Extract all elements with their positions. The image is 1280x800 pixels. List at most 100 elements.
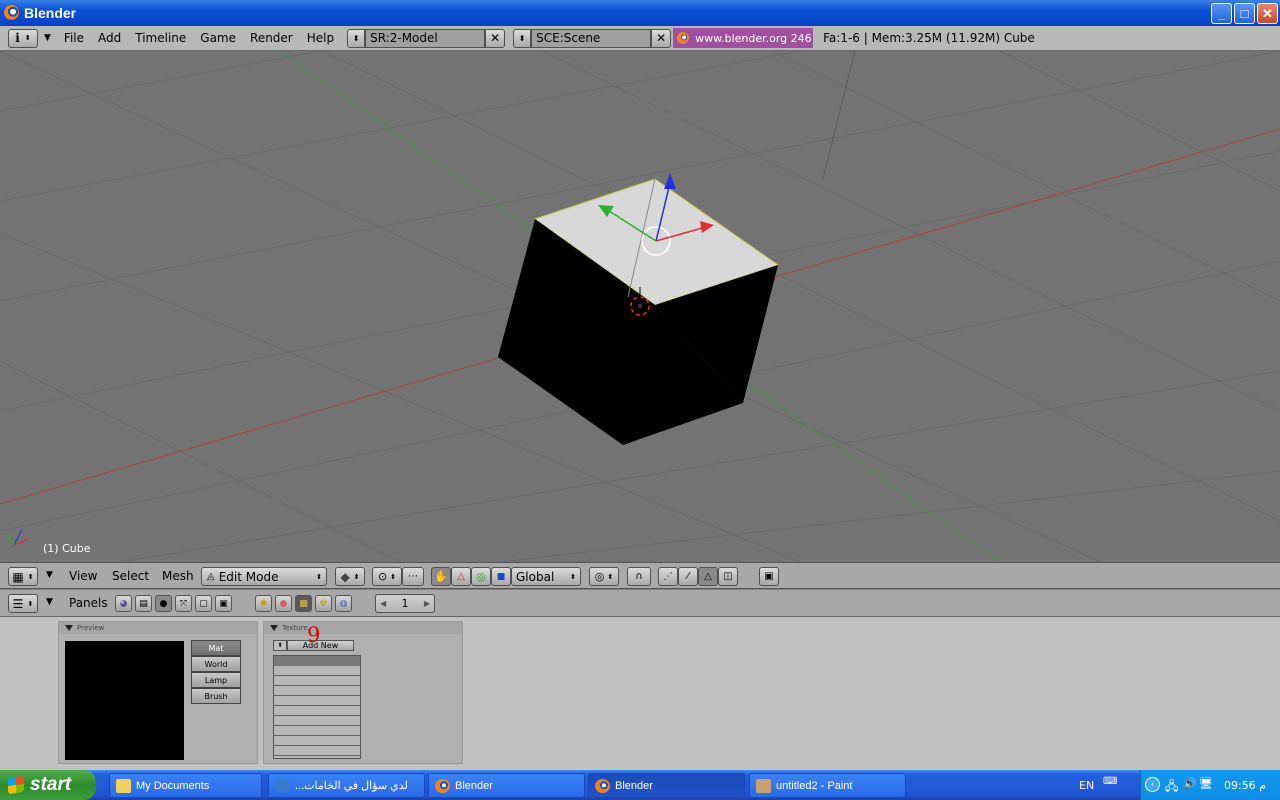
vertex-select-button[interactable]: ⋰ bbox=[658, 567, 678, 586]
menu-render[interactable]: Render bbox=[243, 31, 300, 45]
logic-context-button[interactable]: ◕ bbox=[115, 595, 132, 612]
translate-manipulator-button[interactable]: △ bbox=[451, 567, 471, 586]
keyboard-layout-icon[interactable]: ⌨ bbox=[1103, 776, 1117, 787]
preview-panel-header[interactable]: Preview bbox=[59, 622, 257, 634]
rotate-manipulator-button[interactable]: ◎ bbox=[471, 567, 491, 586]
task-label: Blender bbox=[455, 779, 493, 792]
preview-panel: Preview Mat World Lamp Brush bbox=[58, 621, 258, 764]
task-my-documents[interactable]: My Documents bbox=[109, 773, 262, 798]
menu-panels[interactable]: Panels bbox=[62, 596, 115, 610]
frame-value: 1 bbox=[401, 597, 409, 610]
clock-display[interactable]: 09:56 م bbox=[1224, 779, 1266, 792]
scale-manipulator-button[interactable]: ■ bbox=[491, 567, 511, 586]
preview-tab-mat[interactable]: Mat bbox=[191, 640, 241, 656]
texture-channel-selected[interactable] bbox=[274, 656, 360, 666]
editing-context-button[interactable]: ▢ bbox=[195, 595, 212, 612]
network-icon[interactable]: 🖧 bbox=[1165, 777, 1178, 798]
screen-delete-x-icon[interactable]: ✕ bbox=[485, 28, 506, 48]
shading-context-button[interactable]: ● bbox=[155, 595, 172, 612]
frame-right-arrow-icon[interactable]: ▶ bbox=[424, 599, 430, 608]
proportional-icon: ◎ bbox=[594, 570, 605, 583]
menu-mesh[interactable]: Mesh bbox=[155, 569, 201, 583]
minimize-button[interactable]: _ bbox=[1211, 3, 1232, 24]
task-browser[interactable]: لدي سؤال في الخامات... bbox=[268, 773, 425, 798]
collapse-buttons-header-triangle-icon[interactable]: ▼ bbox=[46, 597, 53, 607]
screen-name-field[interactable]: SR:2-Model bbox=[365, 28, 486, 48]
object-origin-dot bbox=[638, 304, 642, 308]
radiosity-buttons-button[interactable]: ☢ bbox=[315, 595, 332, 612]
preview-tab-brush[interactable]: Brush bbox=[191, 688, 241, 704]
task-blender-1[interactable]: Blender bbox=[428, 773, 585, 798]
render-preview-button[interactable]: ▣ bbox=[759, 567, 779, 586]
scene-context-button[interactable]: ▣ bbox=[215, 595, 232, 612]
monitor-icon[interactable]: 🖥 bbox=[1199, 777, 1213, 790]
viewport-window-type-button[interactable]: ▦ ⬍ bbox=[8, 567, 38, 586]
draw-type-dropdown[interactable]: ◆ ⬍ bbox=[335, 567, 365, 586]
scene-name-field[interactable]: SCE:Scene bbox=[531, 28, 652, 48]
orientation-dropdown[interactable]: Global ⬍ bbox=[511, 567, 581, 586]
proportional-edit-dropdown[interactable]: ◎ ⬍ bbox=[589, 567, 619, 586]
close-button[interactable]: ✕ bbox=[1257, 3, 1278, 24]
texture-panel-header[interactable]: Texture bbox=[264, 622, 462, 634]
preview-tab-world[interactable]: World bbox=[191, 656, 241, 672]
blender-url-banner[interactable]: www.blender.org 246 bbox=[673, 28, 814, 48]
task-paint[interactable]: untitled2 - Paint bbox=[749, 773, 906, 798]
lamp-buttons-button[interactable]: ✺ bbox=[255, 595, 272, 612]
maximize-button[interactable]: □ bbox=[1234, 3, 1255, 24]
window-titlebar: Blender _ □ ✕ bbox=[0, 0, 1280, 26]
menu-help[interactable]: Help bbox=[300, 31, 341, 45]
triangle-red-icon: △ bbox=[457, 571, 465, 582]
texture-buttons-button[interactable]: ▩ bbox=[295, 595, 312, 612]
snap-toggle-button[interactable]: ⋯ bbox=[402, 567, 424, 586]
preview-tab-lamp[interactable]: Lamp bbox=[191, 672, 241, 688]
menu-select[interactable]: Select bbox=[105, 569, 156, 583]
texture-checker-icon: ▩ bbox=[299, 598, 308, 609]
main-menubar: i ⬍ ▼ File Add Timeline Game Render Help … bbox=[0, 26, 1280, 51]
snap-button[interactable]: ∩ bbox=[627, 567, 651, 586]
frame-number-field[interactable]: ◀ 1 ▶ bbox=[375, 594, 435, 613]
volume-icon[interactable]: 🔊 bbox=[1183, 777, 1197, 790]
script-context-button[interactable]: ▤ bbox=[135, 595, 152, 612]
system-tray: ‹ 🖧 🔊 🖥 09:56 م bbox=[1140, 770, 1280, 800]
tray-expand-icon[interactable]: ‹ bbox=[1145, 777, 1160, 792]
menu-file[interactable]: File bbox=[57, 31, 91, 45]
viewport-header: ▦ ⬍ ▼ View Select Mesh ◬ Edit Mode ⬍ ◆ ⬍ ⊙… bbox=[0, 562, 1280, 589]
frame-left-arrow-icon[interactable]: ◀ bbox=[380, 599, 386, 608]
mode-select-dropdown[interactable]: ◬ Edit Mode ⬍ bbox=[201, 567, 327, 586]
language-indicator[interactable]: EN bbox=[1079, 779, 1094, 792]
texture-browse-button[interactable]: ⬍ bbox=[273, 640, 287, 651]
3d-viewport[interactable]: (1) Cube bbox=[0, 51, 1280, 562]
menu-add[interactable]: Add bbox=[91, 31, 128, 45]
texture-panel: Texture ⬍ Add New 9 bbox=[263, 621, 463, 764]
ring-green-icon: ◎ bbox=[476, 570, 486, 583]
texture-add-new-button[interactable]: Add New bbox=[287, 640, 354, 651]
preview-render-area bbox=[65, 641, 184, 760]
manipulator-toggle-button[interactable]: ✋ bbox=[431, 567, 451, 586]
blender-app-icon bbox=[4, 5, 19, 20]
task-blender-2[interactable]: Blender bbox=[588, 773, 745, 798]
object-context-button[interactable]: ⤧ bbox=[175, 595, 192, 612]
magnet-icon: ∩ bbox=[635, 571, 643, 582]
face-select-button[interactable]: △ bbox=[698, 567, 718, 586]
edge-select-button[interactable]: ⁄ bbox=[678, 567, 698, 586]
scene-delete-x-icon[interactable]: ✕ bbox=[651, 28, 672, 48]
screen-browse-button[interactable]: ⬍ bbox=[347, 28, 366, 48]
blender-task-icon bbox=[595, 779, 610, 793]
collapse-header-triangle-icon[interactable]: ▼ bbox=[46, 570, 53, 580]
menu-timeline[interactable]: Timeline bbox=[128, 31, 193, 45]
collapse-menu-triangle-icon[interactable]: ▼ bbox=[44, 33, 51, 43]
world-buttons-button[interactable]: ◍ bbox=[335, 595, 352, 612]
texture-channel-list[interactable] bbox=[273, 655, 361, 759]
square-blue-icon: ■ bbox=[496, 571, 506, 582]
menu-game[interactable]: Game bbox=[193, 31, 243, 45]
pivot-dropdown[interactable]: ⊙ ⬍ bbox=[372, 567, 402, 586]
material-buttons-button[interactable]: ● bbox=[275, 595, 292, 612]
buttons-window-type-button[interactable]: ☰ ⬍ bbox=[8, 594, 38, 613]
info-window-type-button[interactable]: i ⬍ bbox=[8, 28, 38, 48]
start-button[interactable]: start bbox=[0, 770, 96, 800]
scene-stats-info: Fa:1-6 | Mem:3.25M (11.92M) Cube bbox=[823, 31, 1035, 45]
occlude-background-button[interactable]: ◫ bbox=[718, 567, 738, 586]
scene-browse-button[interactable]: ⬍ bbox=[513, 28, 532, 48]
menu-view[interactable]: View bbox=[62, 569, 104, 583]
manipulator-z-arrow-icon[interactable] bbox=[664, 173, 676, 189]
